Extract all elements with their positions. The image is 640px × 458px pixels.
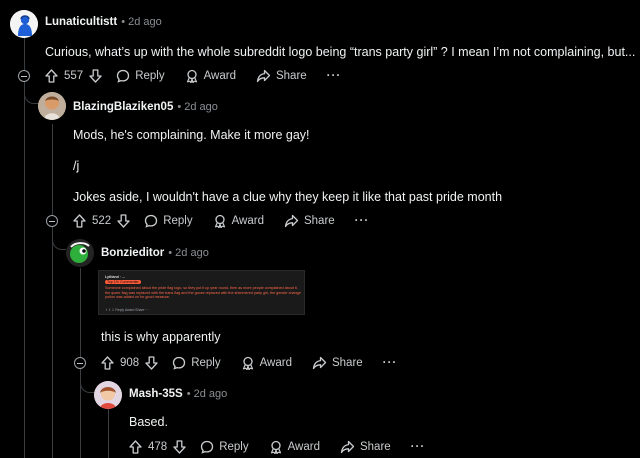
embed-text: Someone complained about the pride flag … [105, 286, 301, 300]
award-button[interactable]: Award [241, 356, 292, 370]
share-icon [340, 440, 355, 454]
downvote-icon[interactable] [145, 356, 158, 370]
comment-author[interactable]: Lunaticultistt • 2d ago [45, 16, 162, 28]
reply-icon [173, 356, 186, 370]
comment-body: Based. [129, 415, 168, 429]
upvote-icon[interactable] [45, 69, 58, 83]
downvote-icon[interactable] [173, 440, 186, 454]
reply-icon [201, 440, 214, 454]
comment-time: • 2d ago [177, 101, 218, 113]
award-button[interactable]: Award [185, 69, 236, 83]
thread-line [24, 38, 25, 458]
upvote-icon[interactable] [129, 440, 142, 454]
more-icon[interactable]: ··· [411, 441, 426, 453]
comment-time: • 2d ago [121, 16, 162, 28]
embed-flair: Top 1% Commenter [105, 280, 141, 284]
embed-user: Lyttland · ... [105, 275, 126, 279]
comment-time: • 2d ago [168, 247, 209, 259]
vote-count: 478 [148, 441, 168, 453]
downvote-icon[interactable] [117, 214, 130, 228]
avatar[interactable] [10, 10, 38, 38]
embedded-screenshot[interactable]: Lyttland · ... Top 1% Commenter Someone … [98, 270, 305, 315]
comment-action-bar: 557 Reply Award Share ··· [45, 67, 341, 85]
more-icon[interactable]: ··· [327, 70, 342, 82]
reply-button[interactable]: Reply [172, 356, 221, 370]
thread-line [108, 408, 109, 458]
reply-button[interactable]: Reply [144, 214, 193, 228]
comment-body: Curious, what’s up with the whole subred… [45, 45, 636, 59]
more-icon[interactable]: ··· [383, 357, 398, 369]
vote-count: 557 [64, 70, 84, 82]
thread-connector [52, 228, 66, 250]
share-icon [312, 356, 327, 370]
share-button[interactable]: Share [256, 69, 307, 83]
comment-action-bar: 522 Reply Award Share ··· [73, 212, 369, 230]
comment-author[interactable]: Bonzieditor • 2d ago [101, 247, 209, 259]
embed-action-bar: ⇧ 1 ⇩ Reply Award Share ··· [105, 308, 149, 312]
award-icon [214, 214, 225, 228]
share-button[interactable]: Share [312, 356, 363, 370]
comment-author[interactable]: BlazingBlaziken05 • 2d ago [73, 101, 218, 113]
comment-action-bar: 908 Reply Award Share ··· [101, 354, 397, 372]
share-icon [256, 69, 271, 83]
share-button[interactable]: Share [284, 214, 335, 228]
more-icon[interactable]: ··· [355, 215, 370, 227]
award-button[interactable]: Award [269, 440, 320, 454]
comment-time: • 2d ago [186, 388, 228, 400]
upvote-icon[interactable] [73, 214, 86, 228]
reply-icon [117, 69, 130, 83]
thread-connector [80, 370, 94, 393]
comment-body-line: Mods, he's complaining. Make it more gay… [73, 128, 310, 142]
share-button[interactable]: Share [340, 440, 391, 454]
avatar[interactable] [94, 381, 122, 409]
downvote-icon[interactable] [89, 69, 102, 83]
comment-action-bar: 478 Reply Award Share ··· [129, 438, 425, 456]
award-button[interactable]: Award [213, 214, 264, 228]
award-icon [242, 356, 253, 370]
comment-author[interactable]: Mash-35S • 2d ago [129, 388, 227, 400]
reply-button[interactable]: Reply [200, 440, 249, 454]
reply-icon [145, 214, 158, 228]
thread-connector [24, 84, 38, 104]
vote-count: 908 [120, 357, 140, 369]
upvote-icon[interactable] [101, 356, 114, 370]
thread-line [52, 124, 53, 458]
collapse-icon[interactable] [18, 70, 30, 82]
award-icon [186, 69, 197, 83]
collapse-icon[interactable] [74, 357, 86, 369]
avatar[interactable] [38, 92, 66, 120]
comment-body-line: Jokes aside, I wouldn't have a clue why … [73, 190, 503, 204]
share-icon [284, 214, 299, 228]
award-icon [270, 440, 281, 454]
vote-count: 522 [92, 215, 112, 227]
reply-button[interactable]: Reply [116, 69, 165, 83]
collapse-icon[interactable] [46, 215, 58, 227]
comment-body: this is why apparently [101, 330, 221, 344]
comment-body-line: /j [73, 159, 80, 173]
avatar[interactable] [66, 239, 94, 267]
